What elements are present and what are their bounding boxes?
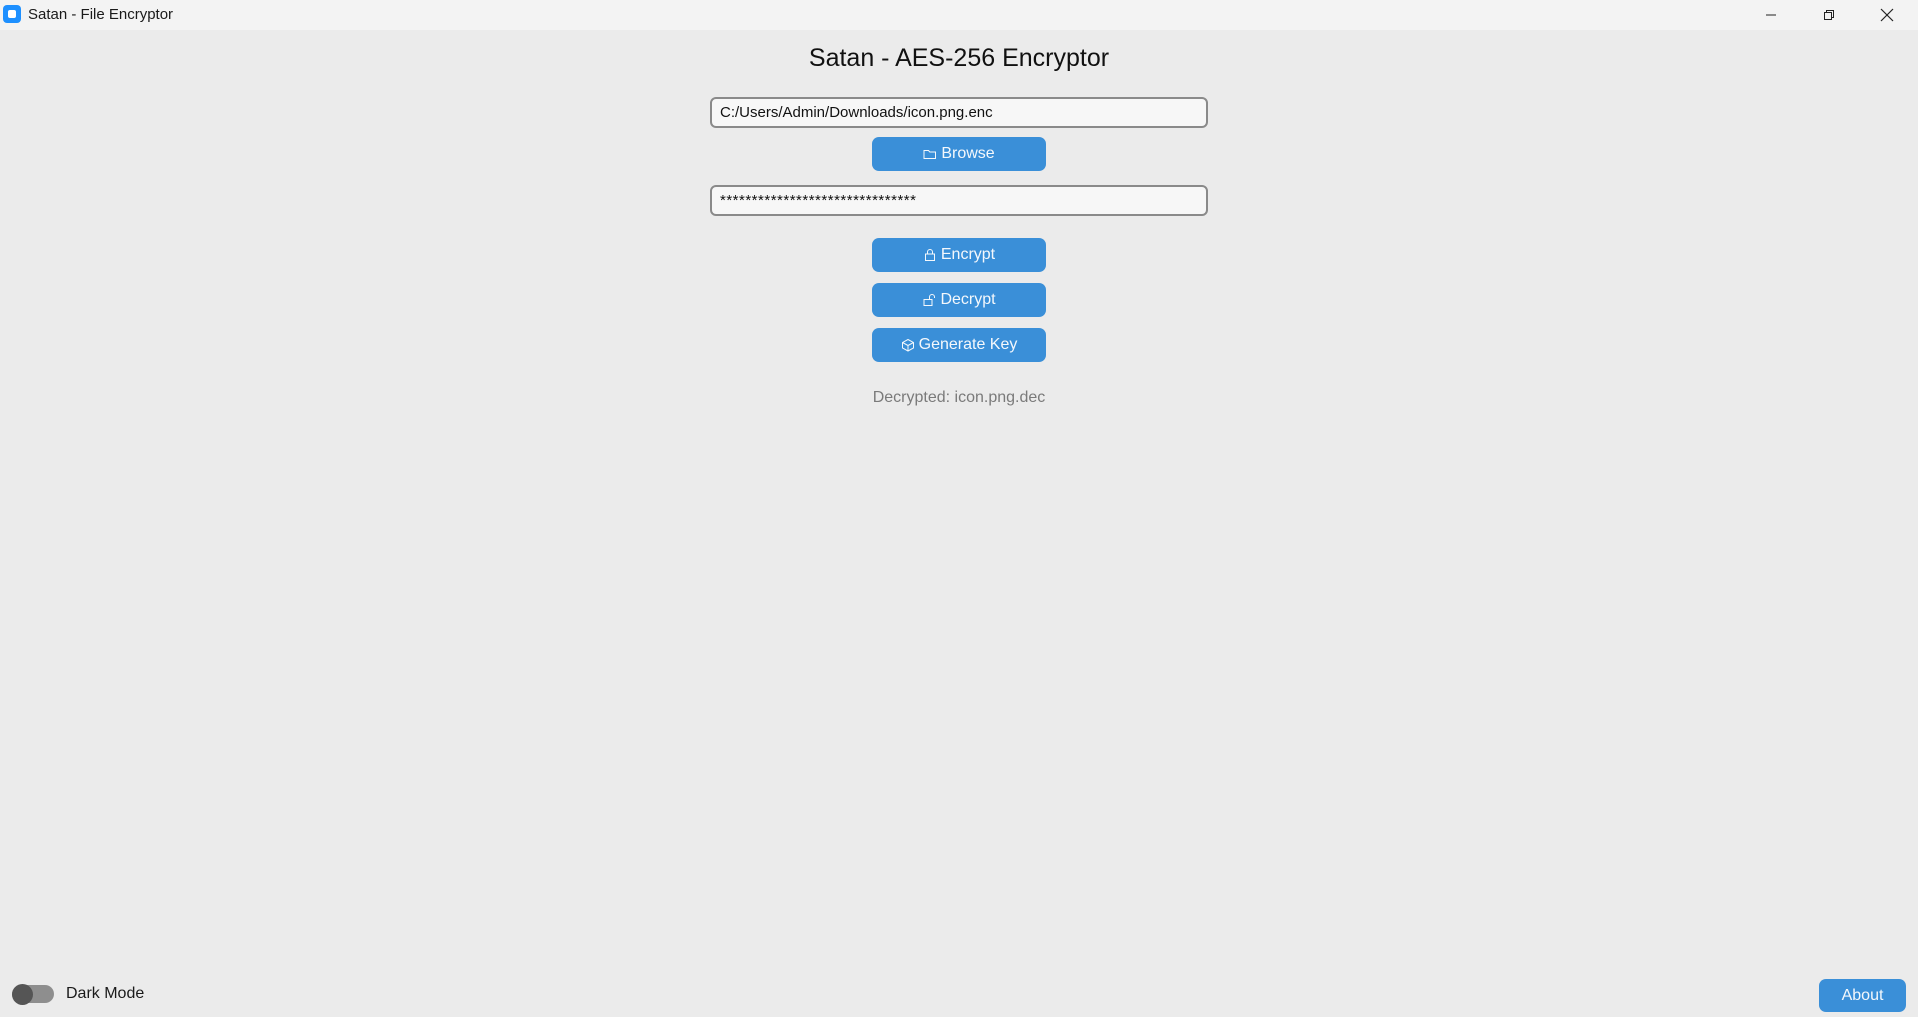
generate-key-button[interactable]: Generate Key — [872, 328, 1046, 362]
toggle-knob — [12, 984, 33, 1005]
lock-icon — [924, 249, 935, 261]
encrypt-button[interactable]: Encrypt — [872, 238, 1046, 272]
app-window: Satan - File Encryptor Satan - AES-256 E… — [0, 0, 1918, 1017]
browse-button[interactable]: Browse — [872, 137, 1046, 171]
status-message: Decrypted: icon.png.dec — [872, 389, 1046, 406]
key-input[interactable]: ******************************* — [710, 185, 1208, 216]
about-button-label: About — [1841, 986, 1884, 1004]
decrypt-button-label: Decrypt — [940, 291, 996, 308]
minimize-button[interactable] — [1742, 0, 1800, 30]
file-path-input[interactable]: C:/Users/Admin/Downloads/icon.png.enc — [710, 97, 1208, 128]
unlock-icon — [923, 294, 936, 306]
title-bar: Satan - File Encryptor — [0, 0, 1918, 30]
generate-key-button-label: Generate Key — [918, 336, 1018, 353]
dark-mode-toggle[interactable] — [12, 984, 54, 1005]
restore-icon — [1824, 10, 1834, 20]
dark-mode-label: Dark Mode — [66, 985, 145, 1002]
cube-icon — [901, 338, 914, 352]
browse-button-label: Browse — [941, 145, 995, 162]
close-button[interactable] — [1858, 0, 1916, 30]
decrypt-button[interactable]: Decrypt — [872, 283, 1046, 317]
page-title: Satan - AES-256 Encryptor — [808, 44, 1110, 72]
close-icon — [1880, 8, 1894, 22]
app-logo-icon — [3, 5, 21, 23]
key-value: ******************************* — [720, 192, 917, 209]
minimize-icon — [1766, 14, 1776, 16]
about-button[interactable]: About — [1819, 979, 1906, 1012]
file-path-value: C:/Users/Admin/Downloads/icon.png.enc — [720, 104, 993, 121]
window-title: Satan - File Encryptor — [28, 6, 174, 23]
encrypt-button-label: Encrypt — [940, 246, 996, 263]
restore-button[interactable] — [1800, 0, 1858, 30]
folder-icon — [923, 150, 937, 159]
